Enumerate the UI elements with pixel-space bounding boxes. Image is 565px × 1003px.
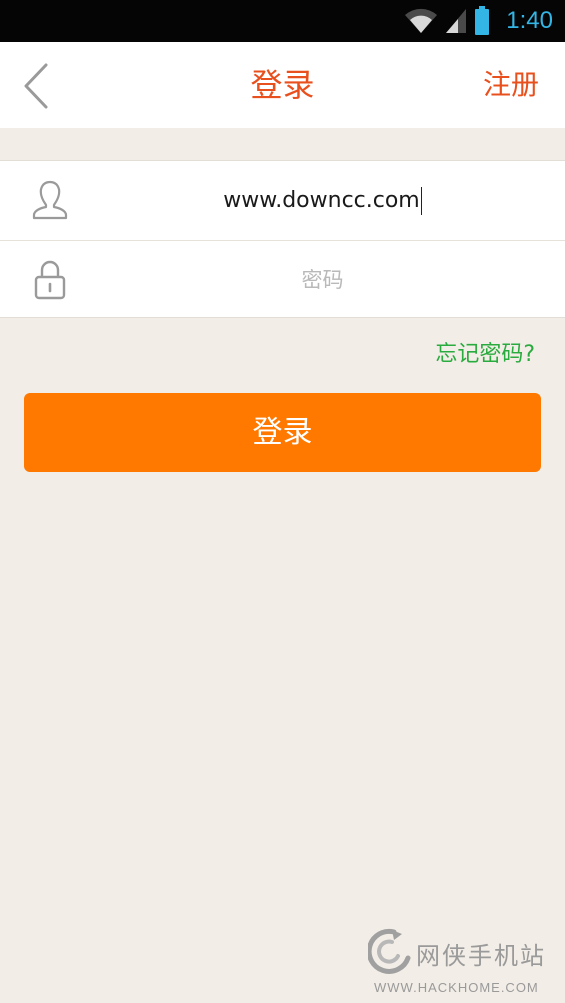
username-field[interactable]: www.downcc.com	[90, 161, 555, 240]
back-button[interactable]	[18, 62, 58, 110]
login-button[interactable]: 登录	[24, 393, 541, 472]
wifi-icon	[404, 7, 438, 35]
text-cursor	[420, 187, 422, 215]
battery-icon	[474, 6, 490, 36]
user-icon	[32, 180, 68, 220]
watermark-url: WWW.HACKHOME.COM	[374, 980, 539, 995]
chevron-left-icon	[24, 63, 48, 109]
login-screen: 1:40 登录 注册 www.downcc.com 密码 忘记密码? 登录 网侠…	[0, 0, 565, 1003]
header-bar: 登录 注册	[0, 42, 565, 128]
watermark-logo-icon	[368, 928, 411, 974]
username-value: www.downcc.com	[223, 188, 420, 213]
password-row: 密码	[0, 240, 565, 319]
register-link[interactable]: 注册	[483, 42, 539, 128]
page-title: 登录	[250, 66, 315, 104]
watermark: 网侠手机站 WWW.HACKHOME.COM	[368, 928, 560, 1000]
status-bar: 1:40	[0, 0, 565, 42]
forgot-password-link[interactable]: 忘记密码?	[435, 336, 535, 368]
status-time: 1:40	[506, 7, 553, 34]
watermark-name: 网侠手机站	[416, 942, 546, 970]
lock-icon	[34, 260, 66, 300]
signal-icon	[446, 7, 467, 35]
login-form: www.downcc.com 密码	[0, 160, 565, 318]
username-row: www.downcc.com	[0, 161, 565, 240]
password-field[interactable]: 密码	[90, 241, 555, 320]
